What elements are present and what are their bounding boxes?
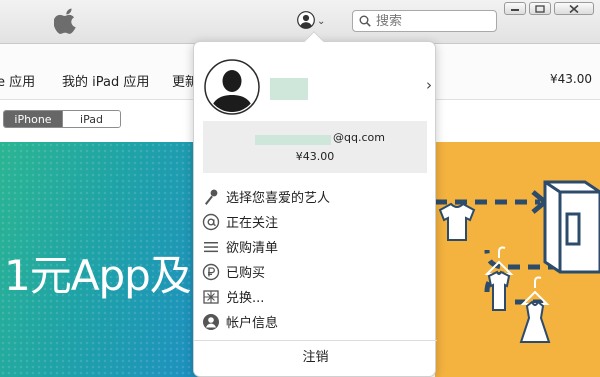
menu-item-purchased[interactable]: 已购买 — [194, 259, 437, 284]
sign-out-button[interactable]: 注销 — [194, 346, 437, 365]
chevron-down-icon: ⌄ — [317, 15, 326, 27]
segment-ipad[interactable]: iPad — [62, 111, 120, 127]
minimize-button[interactable] — [504, 2, 526, 15]
nav-item-apps[interactable]: e 应用 — [0, 71, 35, 90]
account-name-redacted — [270, 78, 308, 100]
at-sign-icon — [202, 213, 220, 230]
maximize-icon — [535, 4, 545, 13]
menu-divider — [194, 340, 437, 341]
promo-banner-right[interactable] — [435, 142, 600, 377]
chevron-right-icon: › — [426, 76, 432, 94]
account-email: @qq.com — [333, 131, 385, 144]
apple-logo-icon[interactable] — [54, 6, 80, 36]
menu-item-favorite-artists[interactable]: 选择您喜爱的艺人 — [194, 184, 437, 209]
gift-card-icon — [203, 289, 219, 304]
menu-item-account-info[interactable]: 帐户信息 — [194, 309, 437, 334]
nav-item-my-ipad-apps[interactable]: 我的 iPad 应用 — [62, 71, 149, 90]
account-popover: › @qq.com ¥43.00 选择您喜爱的艺人 正在关注 欲购清单 已购买 … — [193, 31, 437, 377]
menu-item-redeem[interactable]: 兑换... — [194, 284, 437, 309]
menu-item-label: 正在关注 — [226, 216, 279, 231]
promo-banner-left[interactable]: 1元App及 — [0, 142, 205, 377]
email-redacted — [255, 135, 331, 145]
menu-item-following[interactable]: 正在关注 — [194, 209, 437, 234]
nav-item-updates[interactable]: 更新 — [172, 71, 194, 90]
window-controls — [504, 2, 594, 15]
profile-avatar-icon — [204, 59, 260, 115]
device-segmented-control: iPhone iPad — [3, 110, 121, 128]
search-field[interactable] — [352, 10, 497, 32]
user-avatar-icon — [297, 11, 315, 29]
menu-item-label: 选择您喜爱的艺人 — [226, 191, 331, 206]
menu-item-label: 兑换... — [226, 291, 265, 306]
search-input[interactable] — [376, 13, 488, 29]
account-profile-row[interactable]: › — [194, 42, 437, 120]
menu-item-label: 欲购清单 — [226, 241, 279, 256]
menu-item-label: 已购买 — [226, 266, 266, 281]
account-summary: @qq.com ¥43.00 — [203, 121, 427, 173]
account-menu-button[interactable]: ⌄ — [297, 9, 329, 31]
banner-title: 1元App及 — [4, 251, 192, 300]
purchased-icon — [202, 263, 220, 280]
title-bar: ⌄ — [0, 0, 600, 44]
microphone-icon — [205, 189, 218, 205]
search-icon — [359, 15, 371, 27]
account-icon — [203, 313, 219, 330]
close-icon — [569, 4, 579, 13]
segment-iphone[interactable]: iPhone — [4, 111, 62, 127]
maximize-button[interactable] — [529, 2, 551, 15]
close-button[interactable] — [554, 2, 594, 15]
account-balance: ¥43.00 — [550, 72, 592, 86]
menu-item-label: 帐户信息 — [226, 316, 279, 331]
account-balance-popover: ¥43.00 — [295, 150, 335, 163]
minimize-icon — [511, 8, 519, 11]
list-icon — [204, 241, 218, 252]
menu-item-wishlist[interactable]: 欲购清单 — [194, 234, 437, 259]
shopping-illustration — [435, 180, 600, 343]
account-menu: 选择您喜爱的艺人 正在关注 欲购清单 已购买 兑换... 帐户信息 — [194, 184, 437, 334]
